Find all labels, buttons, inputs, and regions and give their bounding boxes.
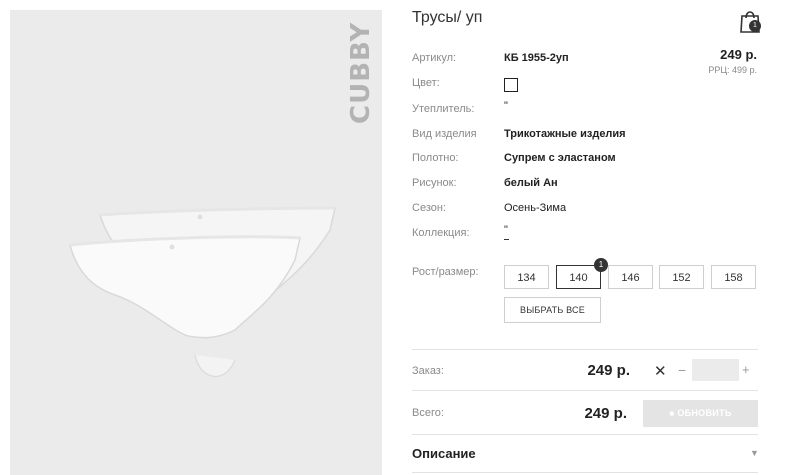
size-option-134[interactable]: 134 — [504, 265, 549, 289]
update-button[interactable]: ■ ОБНОВИТЬ — [643, 400, 758, 427]
decrement-button[interactable]: − — [678, 362, 686, 378]
divider — [412, 434, 758, 435]
spec-label-color: Цвет: — [412, 77, 440, 89]
size-option-158[interactable]: 158 — [711, 265, 756, 289]
divider — [412, 390, 758, 391]
chevron-down-icon[interactable]: ▼ — [750, 448, 759, 458]
product-image — [69, 206, 336, 378]
total-price: 249 р. — [584, 405, 627, 422]
product-price: 249 р. — [720, 47, 757, 62]
spec-value-insulation: " — [504, 100, 508, 112]
collection-underline — [504, 239, 509, 240]
remove-icon[interactable]: ✕ — [654, 362, 667, 380]
size-option-152[interactable]: 152 — [659, 265, 704, 289]
brand-logo: CUBBY — [346, 21, 376, 124]
spec-value-collection: " — [504, 224, 508, 236]
divider — [412, 472, 758, 473]
spec-label-season: Сезон: — [412, 202, 446, 214]
spec-label-article: Артикул: — [412, 52, 457, 64]
spec-label-collection: Коллекция: — [412, 227, 470, 239]
divider — [412, 349, 758, 350]
bag-icon: ■ — [669, 409, 675, 418]
spec-value-type: Трикотажные изделия — [504, 128, 626, 140]
quantity-input[interactable] — [692, 359, 739, 381]
total-label: Всего: — [412, 407, 444, 419]
order-price: 249 р. — [587, 362, 630, 379]
spec-label-type: Вид изделия — [412, 128, 477, 140]
spec-label-insulation: Утеплитель: — [412, 103, 475, 115]
cart-count-badge: 1 — [749, 20, 761, 32]
spec-label-pattern: Рисунок: — [412, 177, 457, 189]
sizes-label: Рост/размер: — [412, 266, 479, 278]
product-photo[interactable]: CUBBY — [10, 10, 382, 475]
spec-value-article: КБ 1955-2уп — [504, 52, 569, 64]
spec-value-pattern: белый Ан — [504, 177, 558, 189]
size-option-146[interactable]: 146 — [608, 265, 653, 289]
spec-value-fabric: Супрем с эластаном — [504, 152, 616, 164]
product-title: Трусы/ уп — [412, 9, 483, 26]
spec-value-season: Осень-Зима — [504, 202, 567, 214]
increment-button[interactable]: + — [742, 362, 750, 377]
recommended-price: РРЦ: 499 р. — [708, 65, 757, 75]
order-label: Заказ: — [412, 365, 444, 377]
update-button-label: ОБНОВИТЬ — [677, 408, 732, 418]
select-all-button[interactable]: ВЫБРАТЬ ВСЕ — [504, 297, 601, 323]
size-count-badge: 1 — [594, 258, 608, 272]
description-toggle[interactable]: Описание — [412, 446, 476, 461]
spec-label-fabric: Полотно: — [412, 152, 459, 164]
color-swatch[interactable] — [504, 78, 518, 92]
